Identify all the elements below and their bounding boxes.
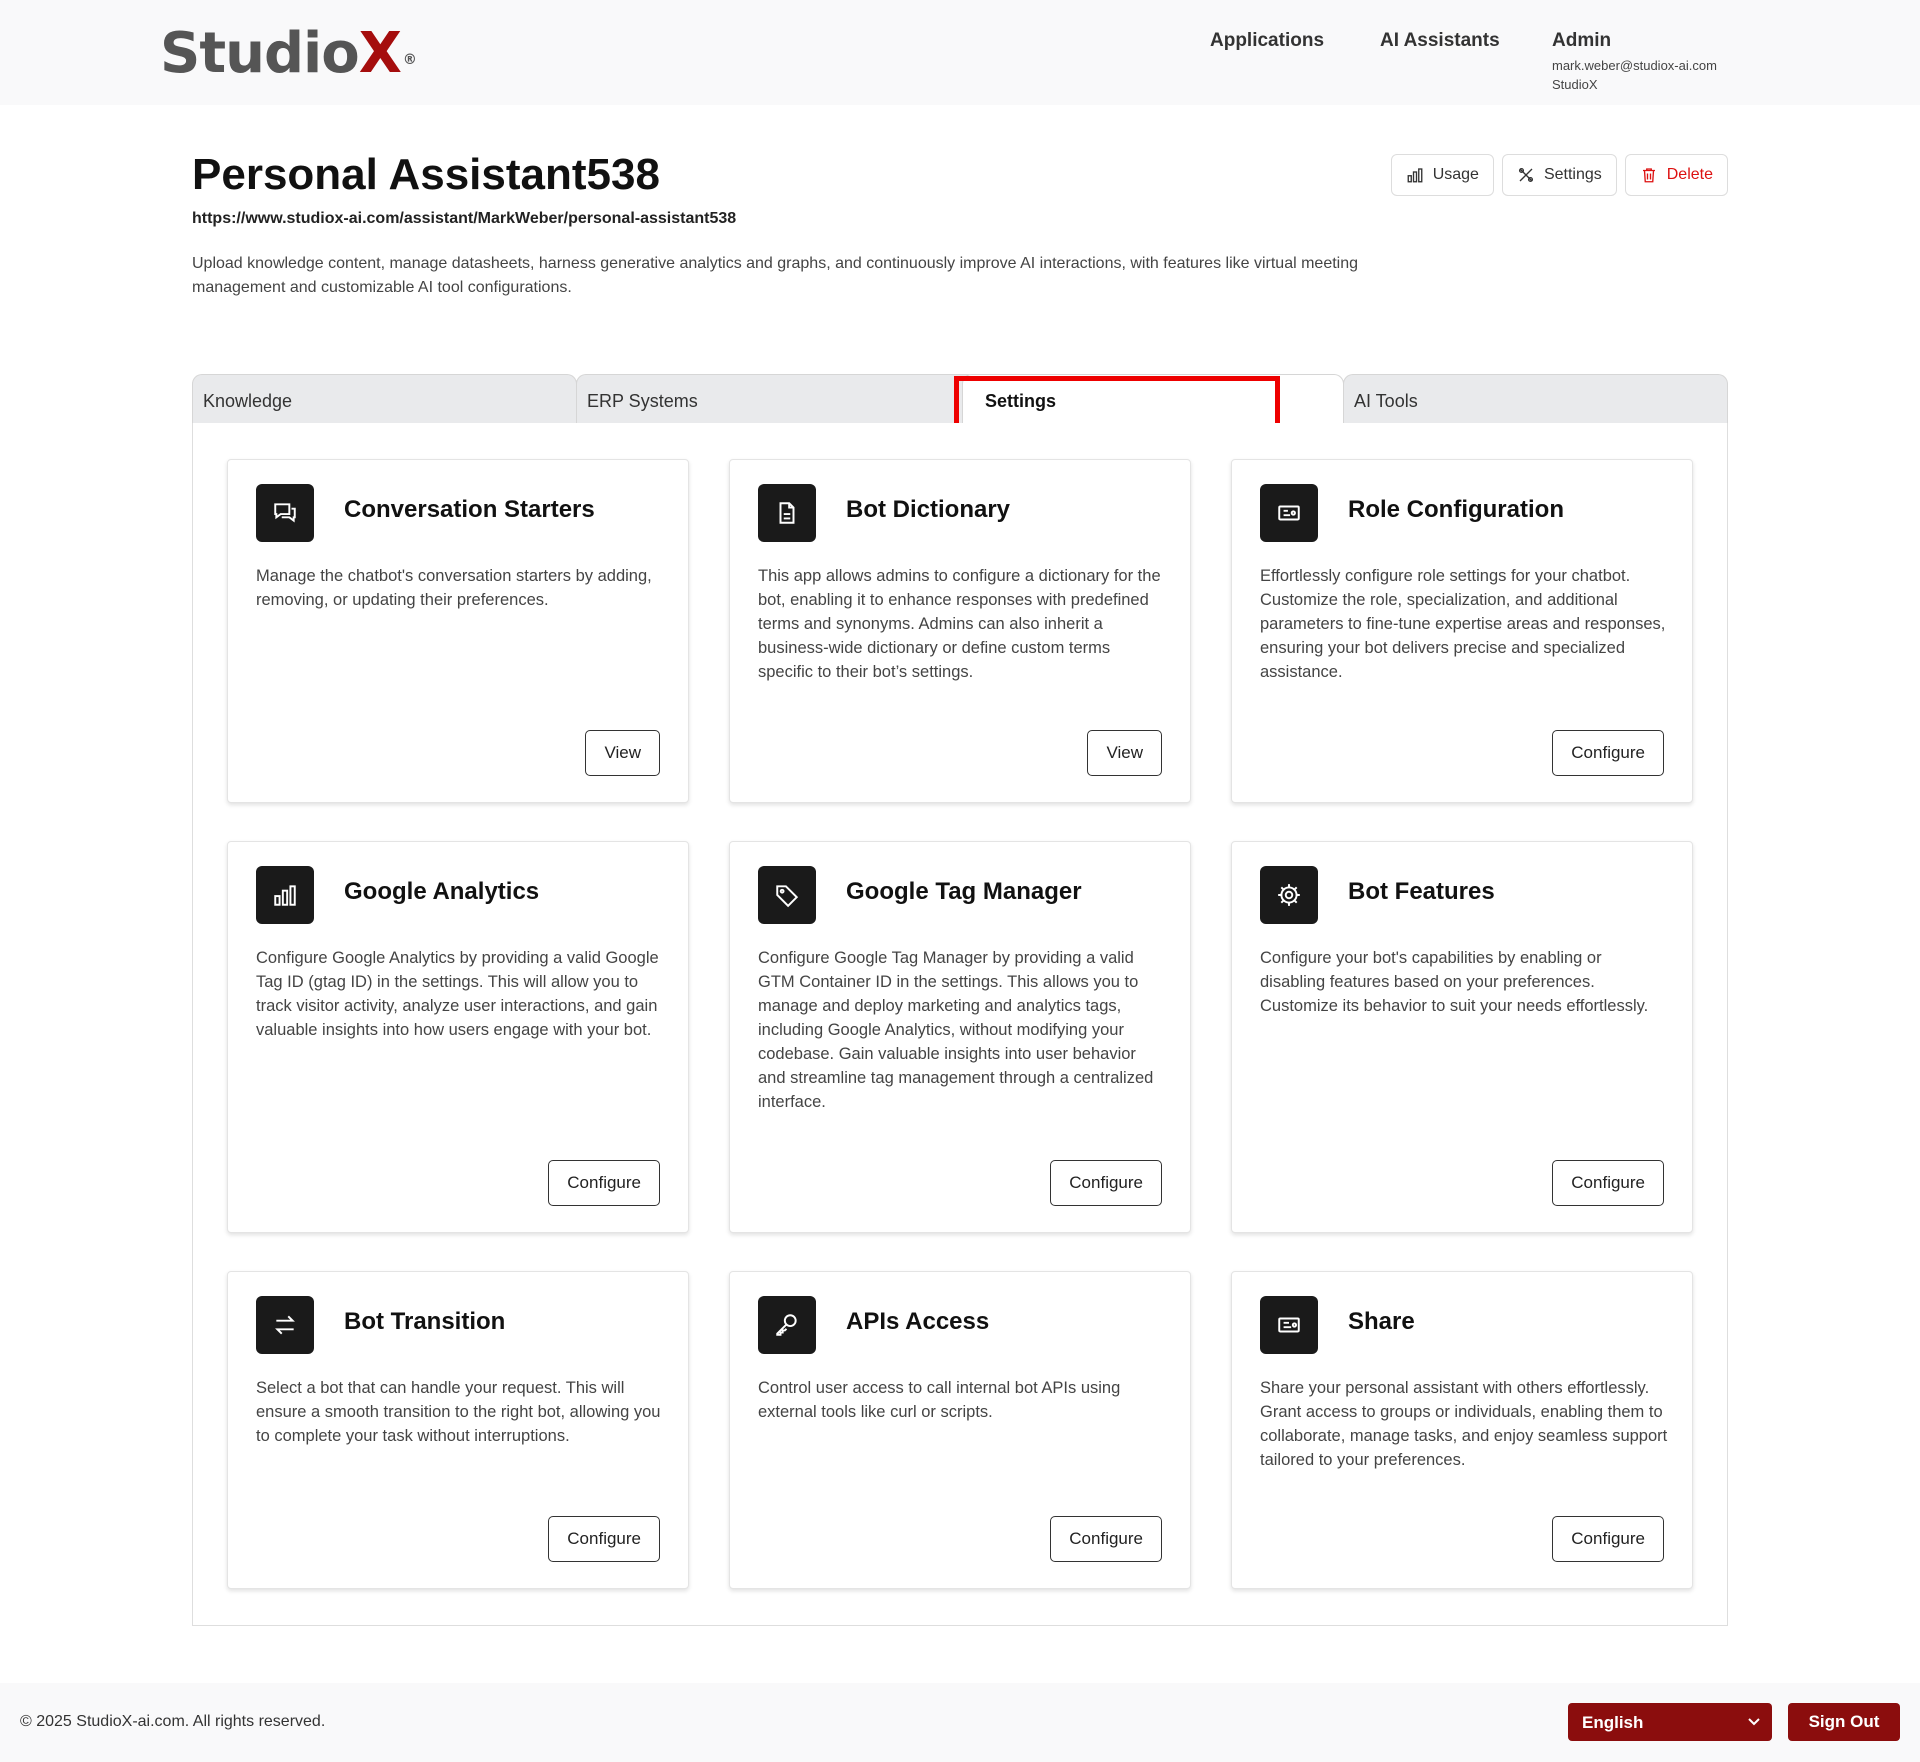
assistant-actions: Usage Settings Delete (1390, 154, 1728, 196)
card-description: Configure Google Tag Manager by providin… (758, 949, 1154, 1111)
assistant-url: https://www.studiox-ai.com/assistant/Mar… (192, 210, 737, 227)
sign-out-button[interactable]: Sign Out (1788, 1703, 1900, 1741)
tools-icon (1518, 167, 1533, 183)
language-value: English (1582, 1713, 1644, 1732)
card-title: Conversation Starters (344, 496, 595, 523)
card-google-tag-manager: Google Tag Manager Configure Google Tag … (729, 841, 1191, 1233)
copyright-text: © 2025 StudioX-ai.com. All rights reserv… (20, 1713, 326, 1730)
usage-label: Usage (1432, 166, 1479, 183)
nav-applications[interactable]: Applications (1210, 30, 1324, 52)
document-icon (779, 502, 795, 524)
admin-menu[interactable]: Admin mark.weber@studiox-ai.com StudioX (1552, 30, 1717, 92)
admin-email: mark.weber@studiox-ai.com (1552, 58, 1717, 73)
page-title: Personal Assistant538 (192, 150, 660, 199)
card-description: This app allows admins to configure a di… (758, 567, 1161, 681)
card-share: Share Share your personal assistant with… (1231, 1271, 1693, 1589)
card-description: Control user access to call internal bot… (758, 1379, 1121, 1421)
settings-panel: Conversation Starters Manage the chatbot… (192, 423, 1728, 1626)
key-icon (776, 1314, 797, 1336)
tab-erp-systems[interactable]: ERP Systems (576, 374, 978, 424)
configure-button[interactable]: Configure (548, 1516, 660, 1562)
card-title: APIs Access (846, 1308, 990, 1335)
card-bot-dictionary: Bot Dictionary This app allows admins to… (729, 459, 1191, 803)
configure-button[interactable]: Configure (1050, 1160, 1162, 1206)
view-button[interactable]: View (585, 730, 660, 776)
arrows-exchange-icon (275, 1315, 295, 1335)
card-title: Google Tag Manager (846, 878, 1082, 905)
top-header: StudioX ® Applications AI Assistants Admi… (0, 0, 1920, 105)
settings-button[interactable]: Settings (1501, 154, 1617, 196)
configure-button[interactable]: Configure (1552, 1160, 1664, 1206)
admin-org: StudioX (1552, 77, 1598, 92)
card-description: Share your personal assistant with other… (1260, 1379, 1668, 1469)
configure-button[interactable]: Configure (1552, 730, 1664, 776)
language-select[interactable]: English (1568, 1703, 1772, 1741)
configure-button[interactable]: Configure (1050, 1516, 1162, 1562)
tag-icon (776, 885, 799, 908)
card-description: Configure Google Analytics by providing … (256, 949, 659, 1039)
tab-ai-tools[interactable]: AI Tools (1343, 374, 1728, 424)
tab-knowledge[interactable]: Knowledge (192, 374, 577, 424)
configure-button[interactable]: Configure (1552, 1516, 1664, 1562)
card-title: Google Analytics (344, 878, 540, 905)
configure-button[interactable]: Configure (548, 1160, 660, 1206)
tab-settings[interactable]: Settings (962, 374, 1344, 424)
chat-bubbles-icon (274, 503, 296, 523)
card-description: Effortlessly configure role settings for… (1260, 567, 1666, 681)
ticket-icon (1278, 1317, 1300, 1333)
card-title: Bot Features (1348, 878, 1495, 905)
delete-button[interactable]: Delete (1624, 154, 1728, 196)
card-conversation-starters: Conversation Starters Manage the chatbot… (227, 459, 689, 803)
logo-text: Studio (160, 21, 360, 86)
card-description: Manage the chatbot's conversation starte… (256, 567, 652, 609)
page-footer: © 2025 StudioX-ai.com. All rights reserv… (0, 1683, 1920, 1762)
trash-icon (1642, 168, 1655, 183)
studiox-logo[interactable]: StudioX ® (160, 21, 417, 86)
usage-button[interactable]: Usage (1390, 154, 1494, 196)
nav-ai-assistants[interactable]: AI Assistants (1380, 30, 1500, 52)
bar-chart-icon (274, 885, 296, 906)
id-card-icon (1278, 505, 1300, 521)
logo-x: X (358, 21, 402, 86)
card-title: Share (1348, 1308, 1415, 1335)
tab-bar: Knowledge ERP Systems Settings AI Tools (192, 374, 1728, 424)
view-button[interactable]: View (1087, 730, 1162, 776)
chevron-down-icon (1746, 1711, 1762, 1736)
card-title: Role Configuration (1348, 496, 1564, 523)
settings-label: Settings (1543, 166, 1602, 183)
bar-chart-icon (1407, 168, 1423, 183)
card-description: Select a bot that can handle your reques… (256, 1379, 661, 1445)
card-bot-transition: Bot Transition Select a bot that can han… (227, 1271, 689, 1589)
assistant-description: Upload knowledge content, manage datashe… (192, 255, 1359, 296)
card-title: Bot Dictionary (846, 496, 1011, 523)
admin-name: Admin (1552, 30, 1612, 51)
card-google-analytics: Google Analytics Configure Google Analyt… (227, 841, 689, 1233)
logo-registered-mark: ® (402, 52, 417, 68)
card-title: Bot Transition (344, 1308, 506, 1335)
card-bot-features: Bot Features Configure your bot's capabi… (1231, 841, 1693, 1233)
card-apis-access: APIs Access Control user access to call … (729, 1271, 1191, 1589)
card-role-configuration: Role Configuration Effortlessly configur… (1231, 459, 1693, 803)
delete-label: Delete (1666, 166, 1713, 183)
gear-icon (1278, 884, 1300, 906)
card-description: Configure your bot's capabilities by ena… (1260, 949, 1649, 1015)
